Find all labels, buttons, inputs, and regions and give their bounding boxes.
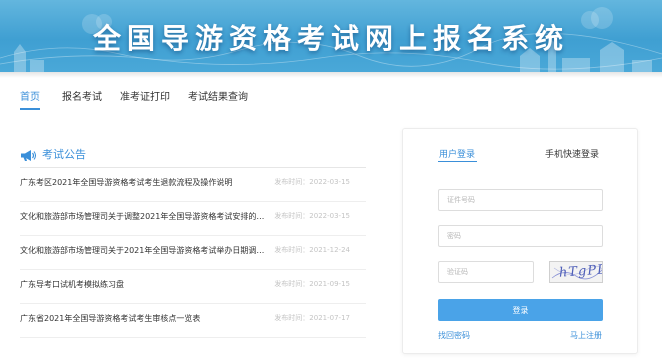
id-number-input[interactable] (438, 189, 603, 211)
announcement-title[interactable]: 文化和旅游部市场管理司关于调整2021年全国导游资格考试安排的通知 (20, 211, 268, 222)
announcement-date: 发布时间：2021-07-17 (274, 314, 350, 322)
announcement-date: 发布时间：2021-12-24 (274, 246, 350, 254)
tab-active-indicator (438, 161, 477, 162)
nav-admission-print[interactable]: 准考证打印 (120, 88, 170, 103)
captcha-text: hTgPD (558, 262, 603, 281)
nav-register-exam[interactable]: 报名考试 (62, 88, 102, 103)
tab-user-login[interactable]: 用户登录 (439, 147, 475, 160)
site-title: 全国导游资格考试网上报名系统 (92, 22, 569, 55)
announcement-item[interactable]: 文化和旅游部市场管理司关于调整2021年全国导游资格考试安排的通知 发布时间：2… (20, 202, 366, 236)
announcements-title: 考试公告 (42, 148, 86, 161)
header-banner: 全国导游资格考试网上报名系统 (0, 0, 662, 72)
nav-active-indicator (20, 108, 40, 110)
announcement-date: 发布时间：2022-03-15 (274, 178, 350, 186)
announcement-item[interactable]: 广东考区2021年全国导游资格考试考生退款流程及操作说明 发布时间：2022-0… (20, 168, 366, 202)
announcement-date: 发布时间：2022-03-15 (274, 212, 350, 220)
password-input[interactable] (438, 225, 603, 247)
announcement-title[interactable]: 广东导考口试机考模拟练习盘 (20, 279, 268, 290)
nav-home[interactable]: 首页 (20, 88, 40, 103)
announcement-title[interactable]: 文化和旅游部市场管理司关于2021年全国导游资格考试举办日期调整的通知 (20, 245, 268, 256)
forgot-password-link[interactable]: 找回密码 (438, 330, 470, 341)
login-panel: 用户登录 手机快速登录 hTgPD 登录 找回密码 马上注册 (402, 128, 638, 354)
captcha-image[interactable]: hTgPD (549, 261, 603, 283)
tab-phone-login[interactable]: 手机快速登录 (545, 147, 599, 160)
megaphone-icon (20, 147, 36, 166)
captcha-input[interactable] (438, 261, 534, 283)
announcement-item[interactable]: 广东导考口试机考模拟练习盘 发布时间：2021-09-15 (20, 270, 366, 304)
announcement-item[interactable]: 文化和旅游部市场管理司关于2021年全国导游资格考试举办日期调整的通知 发布时间… (20, 236, 366, 270)
nav-result-query[interactable]: 考试结果查询 (188, 88, 248, 103)
banner-shadow (0, 72, 662, 78)
page: 全国导游资格考试网上报名系统 首页 报名考试 准考证打印 考试结果查询 考试公告… (0, 0, 662, 363)
announcement-title[interactable]: 广东考区2021年全国导游资格考试考生退款流程及操作说明 (20, 177, 268, 188)
announcement-item[interactable]: 广东省2021年全国导游资格考试考生审核点一览表 发布时间：2021-07-17 (20, 304, 366, 338)
announcement-date: 发布时间：2021-09-15 (274, 280, 350, 288)
main-nav: 首页 报名考试 准考证打印 考试结果查询 (0, 84, 662, 114)
announcement-title[interactable]: 广东省2021年全国导游资格考试考生审核点一览表 (20, 313, 268, 324)
register-link[interactable]: 马上注册 (570, 330, 602, 341)
announcements-list: 广东考区2021年全国导游资格考试考生退款流程及操作说明 发布时间：2022-0… (20, 168, 366, 338)
login-button[interactable]: 登录 (438, 299, 603, 321)
